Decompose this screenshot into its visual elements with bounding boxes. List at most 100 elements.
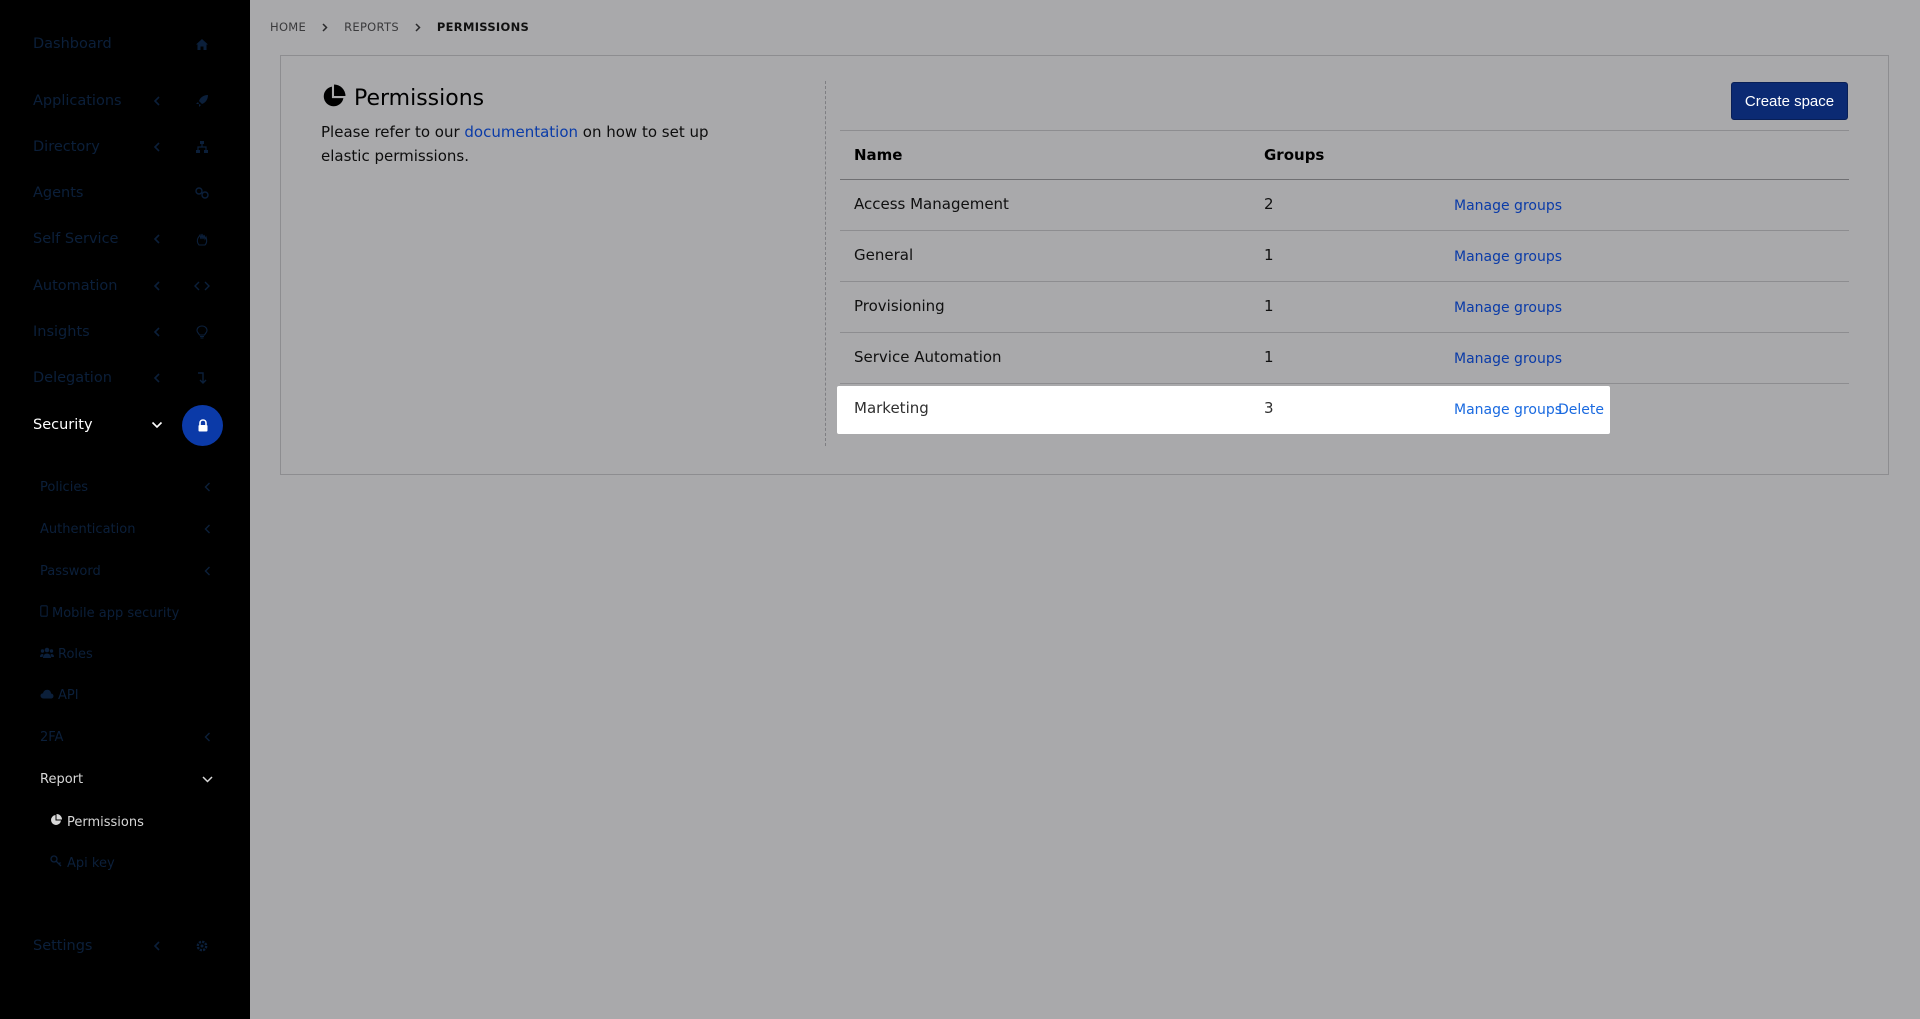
table-header: Name Groups: [840, 130, 1849, 180]
manage-groups-link[interactable]: Manage groups: [1454, 249, 1562, 265]
code-icon: [192, 276, 212, 296]
table-row: Access Management 2 Manage groups: [840, 180, 1849, 231]
chevron-left-icon: [150, 371, 164, 385]
chevron-left-icon: [201, 731, 213, 743]
sidebar-sub-label-wrap: Roles: [40, 647, 93, 662]
sidebar-sub-label: Authentication: [40, 521, 136, 537]
sidebar-item-applications[interactable]: Applications: [0, 81, 250, 121]
sidebar-item-label: Settings: [33, 938, 93, 954]
pie-chart-icon: [321, 84, 346, 113]
sidebar-sub-2fa[interactable]: 2FA: [0, 722, 250, 752]
row-groups: 3: [1264, 399, 1274, 417]
sidebar-item-self-service[interactable]: Self Service: [0, 219, 250, 259]
sidebar-sub-api[interactable]: API: [0, 680, 250, 710]
rocket-icon: [192, 91, 212, 111]
documentation-link[interactable]: documentation: [464, 123, 578, 141]
column-header-groups: Groups: [1264, 146, 1325, 164]
vertical-divider: [825, 81, 826, 446]
chevron-left-icon: [150, 232, 164, 246]
chevron-left-icon: [201, 481, 213, 493]
manage-groups-link[interactable]: Manage groups: [1454, 402, 1562, 418]
sidebar-sub-label-wrap: Api key: [50, 855, 115, 871]
sidebar-item-label: Insights: [33, 324, 90, 340]
sidebar-sub-label-wrap: Mobile app security: [40, 605, 179, 621]
page-title: Permissions: [354, 86, 485, 111]
column-header-name: Name: [854, 146, 903, 164]
sidebar-item-label: Self Service: [33, 231, 119, 247]
chevron-right-icon: [322, 22, 328, 32]
row-name: General: [854, 246, 914, 264]
sidebar-sub-label: Mobile app security: [52, 605, 180, 621]
pie-chart-icon: [50, 814, 62, 830]
lightbulb-icon: [192, 322, 212, 342]
sidebar-item-label: Directory: [33, 139, 100, 155]
sidebar-item-label: Applications: [33, 93, 122, 109]
breadcrumb: HOME REPORTS PERMISSIONS: [270, 20, 529, 34]
home-icon: [192, 34, 212, 54]
sitemap-icon: [192, 137, 212, 157]
sidebar-item-insights[interactable]: Insights: [0, 312, 250, 352]
sidebar-sub-label: Report: [40, 771, 84, 787]
row-name: Marketing: [854, 399, 929, 417]
key-icon: [50, 855, 62, 871]
sidebar-sub-label: API: [58, 687, 79, 703]
breadcrumb-home[interactable]: HOME: [270, 20, 306, 34]
row-name: Service Automation: [854, 348, 1002, 366]
table-row: Service Automation 1 Manage groups: [840, 333, 1849, 384]
sidebar-item-automation[interactable]: Automation: [0, 266, 250, 306]
description-text: Please refer to our: [321, 123, 465, 141]
sidebar-sub-label: Policies: [40, 479, 89, 495]
delete-link[interactable]: Delete: [1558, 402, 1604, 418]
sidebar-item-directory[interactable]: Directory: [0, 127, 250, 167]
breadcrumb-permissions: PERMISSIONS: [436, 20, 530, 34]
sidebar-item-label: Security: [33, 417, 93, 433]
sidebar-item-settings[interactable]: Settings: [0, 926, 250, 966]
agents-icon: [192, 183, 212, 203]
sidebar-sub-mobile-app-security[interactable]: Mobile app security: [0, 598, 250, 628]
sidebar-item-agents[interactable]: Agents: [0, 173, 250, 213]
sidebar-sub-authentication[interactable]: Authentication: [0, 514, 250, 544]
table-row: General 1 Manage groups: [840, 231, 1849, 282]
page-description: Please refer to our documentation on how…: [321, 120, 761, 168]
chevron-down-icon: [201, 773, 213, 785]
sidebar-item-dashboard[interactable]: Dashboard: [0, 24, 250, 64]
chevron-left-icon: [150, 279, 164, 293]
sidebar-report-permissions[interactable]: Permissions: [0, 807, 250, 837]
manage-groups-link[interactable]: Manage groups: [1454, 198, 1562, 214]
sidebar-sub-label: Permissions: [67, 814, 144, 830]
sidebar-item-label: Dashboard: [33, 36, 112, 52]
chevron-left-icon: [150, 325, 164, 339]
breadcrumb-reports[interactable]: REPORTS: [344, 20, 399, 34]
sidebar-item-security[interactable]: Security: [0, 405, 250, 446]
sidebar-sub-label: Api key: [67, 855, 115, 871]
row-groups: 1: [1264, 297, 1274, 315]
sidebar-sub-label: 2FA: [40, 729, 64, 745]
cloud-icon: [40, 688, 54, 703]
chevron-left-icon: [201, 523, 213, 535]
sidebar-sub-label-wrap: API: [40, 688, 79, 703]
manage-groups-link[interactable]: Manage groups: [1454, 351, 1562, 367]
sidebar-report-api-key[interactable]: Api key: [0, 848, 250, 878]
chevron-right-icon: [415, 22, 421, 32]
users-icon: [40, 647, 54, 662]
chevron-left-icon: [201, 565, 213, 577]
chevron-down-icon: [150, 418, 164, 432]
chevron-left-icon: [150, 140, 164, 154]
hand-icon: [192, 229, 212, 249]
panel-intro: Permissions Please refer to our document…: [281, 56, 826, 474]
sidebar-item-delegation[interactable]: Delegation: [0, 358, 250, 398]
chevron-left-icon: [150, 939, 164, 953]
sidebar-sub-policies[interactable]: Policies: [0, 472, 250, 502]
chevron-left-icon: [150, 94, 164, 108]
level-down-icon: [192, 368, 212, 388]
permissions-table: Name Groups Access Management 2 Manage g…: [837, 130, 1849, 435]
table-row-highlighted: Marketing 3 Manage groups Delete: [837, 384, 1849, 435]
sidebar: Dashboard Applications Directory Agents …: [0, 0, 250, 1019]
sidebar-sub-roles[interactable]: Roles: [0, 639, 250, 669]
manage-groups-link[interactable]: Manage groups: [1454, 300, 1562, 316]
sidebar-sub-label: Roles: [58, 646, 93, 662]
permissions-panel: Permissions Please refer to our document…: [280, 55, 1889, 475]
sidebar-sub-password[interactable]: Password: [0, 556, 250, 586]
sidebar-sub-report[interactable]: Report: [0, 764, 250, 794]
create-space-button[interactable]: Create space: [1731, 82, 1848, 120]
